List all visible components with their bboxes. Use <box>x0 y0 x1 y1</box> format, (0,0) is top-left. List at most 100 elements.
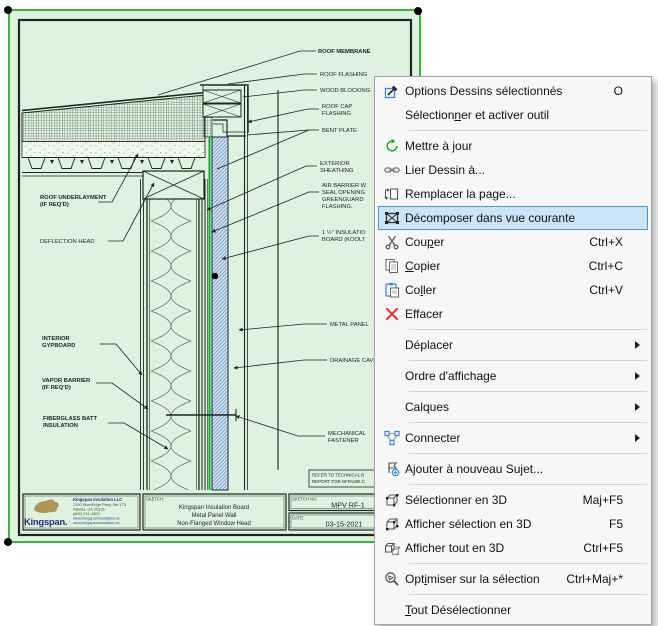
svg-text:www.kingspaninsulation.ca: www.kingspaninsulation.ca <box>73 520 120 525</box>
menu-item-explode-in-view[interactable]: Décomposer dans vue courante <box>378 206 648 230</box>
svg-text:Metal Panel Wall: Metal Panel Wall <box>192 513 237 519</box>
menu-item-label: Déplacer <box>405 338 611 352</box>
paste-icon <box>379 282 405 298</box>
menu-item-label: Ordre d'affichage <box>405 369 611 383</box>
menu-item-cut[interactable]: CouperCtrl+X <box>378 230 648 254</box>
menu-separator <box>409 453 647 454</box>
menu-item-link-drawing[interactable]: Lier Dessin à... <box>378 158 648 182</box>
menu-item-shortcut: Maj+F5 <box>583 493 623 507</box>
menu-item-shortcut: Ctrl+F5 <box>583 541 623 555</box>
menu-item-shortcut: F5 <box>609 517 623 531</box>
selection-handle-bottom-left[interactable] <box>4 538 12 546</box>
title-block: Kingspan. Kingspan Insulation LLC 2100 R… <box>23 494 407 530</box>
menu-item-label: Sélectionner et activer outil <box>405 108 611 122</box>
svg-text:ROOF UNDERLAYMENT: ROOF UNDERLAYMENT <box>40 195 107 201</box>
svg-text:REFER TO TECHNICAL B: REFER TO TECHNICAL B <box>312 473 364 478</box>
menu-item-update[interactable]: Mettre à jour <box>378 134 648 158</box>
svg-text:GYPBOARD: GYPBOARD <box>42 343 76 349</box>
menu-item-label: Couper <box>405 235 577 249</box>
menu-item-move[interactable]: Déplacer <box>378 333 648 357</box>
svg-text:METAL PANEL: METAL PANEL <box>330 322 370 328</box>
menu-item-label: Mettre à jour <box>405 139 611 153</box>
svg-text:Kingspan Insulation Board: Kingspan Insulation Board <box>179 505 249 511</box>
menu-item-label: Décomposer dans vue courante <box>405 211 611 225</box>
svg-text:ROOF FLASHING: ROOF FLASHING <box>320 72 368 78</box>
menu-item-shortcut: Ctrl+C <box>589 259 623 273</box>
menu-item-label: Optimiser sur la sélection <box>405 572 554 586</box>
menu-item-show-all-3d[interactable]: Afficher tout en 3DCtrl+F5 <box>378 536 648 560</box>
menu-separator <box>409 422 647 423</box>
menu-item-layers[interactable]: Calques <box>378 395 648 419</box>
submenu-arrow-icon <box>635 341 645 349</box>
selection-handle-top-left[interactable] <box>4 6 12 14</box>
menu-item-shortcut: Ctrl+V <box>589 283 623 297</box>
svg-text:BENT PLATE: BENT PLATE <box>322 128 357 134</box>
svg-text:BOARD (KOOLT: BOARD (KOOLT <box>322 237 366 243</box>
detail-drawing-svg: ROOF MEMBRANE ROOF FLASHING WOOD BLOCKIN… <box>10 11 419 543</box>
add-subject-icon <box>379 461 405 477</box>
kingspan-mascot-icon <box>34 500 59 513</box>
svg-text:WOOD BLOCKING: WOOD BLOCKING <box>320 88 371 94</box>
replace-page-icon <box>379 186 405 202</box>
svg-text:(IF REQ'D): (IF REQ'D) <box>40 202 69 208</box>
menu-item-select-in-3d[interactable]: Sélectionner en 3DMaj+F5 <box>378 488 648 512</box>
drawing-settings-icon <box>379 83 405 99</box>
svg-text:DEFLECTION HEAD: DEFLECTION HEAD <box>40 239 94 245</box>
selection-handle-top-right[interactable] <box>414 7 422 15</box>
svg-text:EXTERIOR: EXTERIOR <box>320 161 350 167</box>
menu-separator <box>409 391 647 392</box>
menu-item-optimize-on-selection[interactable]: Optimiser sur la sélectionCtrl+Maj+* <box>378 567 648 591</box>
menu-item-label: Afficher sélection en 3D <box>405 517 597 531</box>
context-menu: Options Dessins sélectionnésOSélectionne… <box>374 76 652 625</box>
svg-text:SKETCH:: SKETCH: <box>146 497 164 502</box>
svg-text:INSULATION: INSULATION <box>43 423 78 429</box>
svg-text:FLASHING: FLASHING <box>322 111 351 117</box>
svg-text:03-15-2021: 03-15-2021 <box>326 520 363 529</box>
menu-item-show-selection-3d[interactable]: Afficher sélection en 3D F5 <box>378 512 648 536</box>
cut-icon <box>379 234 405 250</box>
svg-text:(IF REQ'D): (IF REQ'D) <box>42 385 71 391</box>
menu-item-label: Lier Dessin à... <box>405 163 611 177</box>
menu-item-label: Copier <box>405 259 577 273</box>
svg-text:REPORT FOR NFPA285 C: REPORT FOR NFPA285 C <box>312 479 365 484</box>
menu-item-connect[interactable]: Connecter <box>378 426 648 450</box>
svg-text:Kingspan.: Kingspan. <box>24 517 67 528</box>
explode-icon <box>379 210 405 226</box>
svg-text:FIBERGLASS BATT: FIBERGLASS BATT <box>43 416 97 422</box>
kingspan-logo: Kingspan. <box>24 500 67 528</box>
svg-text:ROOF MEMBRANE: ROOF MEMBRANE <box>318 49 371 55</box>
menu-item-select-activate-tool[interactable]: Sélectionner et activer outil <box>378 103 648 127</box>
svg-text:FASTENER: FASTENER <box>328 438 359 444</box>
menu-item-label: Remplacer la page... <box>405 187 611 201</box>
svg-text:MECHANICAL: MECHANICAL <box>328 431 367 437</box>
svg-text:GREENGUARD: GREENGUARD <box>322 197 364 203</box>
menu-item-label: Effacer <box>405 307 611 321</box>
menu-item-display-order[interactable]: Ordre d'affichage <box>378 364 648 388</box>
svg-text:ROOF CAP: ROOF CAP <box>322 104 352 110</box>
svg-text:1 ½" INSULATIO: 1 ½" INSULATIO <box>322 229 366 236</box>
menu-separator <box>409 329 647 330</box>
menu-separator <box>409 130 647 131</box>
svg-text:MPV RF-1: MPV RF-1 <box>331 501 365 510</box>
menu-item-shortcut: O <box>614 84 623 98</box>
drawing-sheet[interactable]: ROOF MEMBRANE ROOF FLASHING WOOD BLOCKIN… <box>10 11 419 543</box>
menu-item-label: Calques <box>405 400 611 414</box>
menu-item-add-to-new-subject[interactable]: Ajouter à nouveau Sujet... <box>378 457 648 481</box>
menu-item-deselect-all[interactable]: Tout Désélectionner <box>378 598 648 622</box>
svg-text:SKETCH NO:: SKETCH NO: <box>292 497 318 502</box>
menu-item-copy[interactable]: Copier Ctrl+C <box>378 254 648 278</box>
delete-icon <box>379 306 405 322</box>
svg-text:VAPOR BARRIER: VAPOR BARRIER <box>42 378 91 384</box>
submenu-arrow-icon <box>635 434 645 442</box>
menu-item-label: Tout Désélectionner <box>405 603 611 617</box>
svg-text:DATE:: DATE: <box>292 516 304 521</box>
selection-hotspot[interactable] <box>212 273 218 279</box>
menu-item-paste[interactable]: CollerCtrl+V <box>378 278 648 302</box>
menu-item-replace-page[interactable]: Remplacer la page... <box>378 182 648 206</box>
menu-item-delete[interactable]: Effacer <box>378 302 648 326</box>
layout-canvas: ROOF MEMBRANE ROOF FLASHING WOOD BLOCKIN… <box>0 0 658 626</box>
svg-text:Non-Flanged Window Head: Non-Flanged Window Head <box>177 521 251 527</box>
menu-item-label: Options Dessins sélectionnés <box>405 84 602 98</box>
menu-item-drawing-options[interactable]: Options Dessins sélectionnés O <box>378 79 648 103</box>
copy-icon <box>379 258 405 274</box>
